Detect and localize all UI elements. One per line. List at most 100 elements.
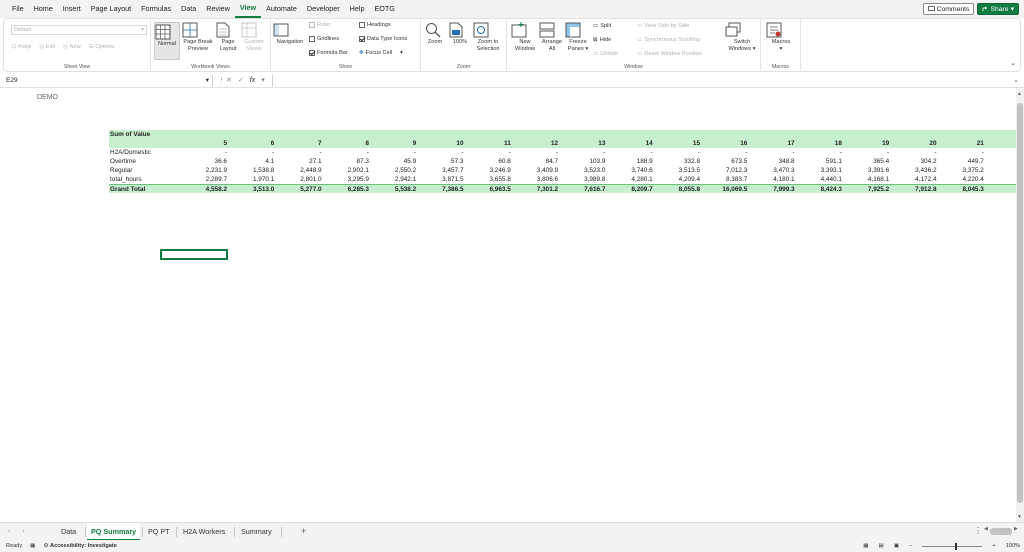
page-break-status-icon[interactable]: ▣ [894,540,899,552]
ribbon-collapse-icon[interactable]: ⌄ [1010,59,1016,67]
unhide-button[interactable]: ▭ Unhide [593,51,618,57]
more-icon[interactable]: ⋮ [218,75,225,87]
scroll-left-icon[interactable]: ◀ [984,526,988,532]
chevron-down-icon[interactable]: ▾ [261,75,265,87]
zoom-out-icon[interactable]: − [909,540,912,552]
sheet-view-dropdown[interactable]: Default ▾ [11,25,147,35]
arrange-all-button[interactable]: Arrange All [539,22,565,52]
grand-total-cell: 7,386.5 [442,186,464,193]
comments-label: Comments [936,5,970,13]
comments-button[interactable]: Comments [922,3,975,15]
prev-sheet-icon[interactable]: ‹ [8,526,10,535]
ruler-checkbox[interactable]: Ruler [309,22,330,28]
group-label-workbook-views: Workbook Views [191,64,230,70]
page-layout-status-icon[interactable]: ▤ [879,540,884,552]
split-button[interactable]: ▭ Split [593,23,611,29]
tab-data[interactable]: Data [176,0,201,18]
tab-eotg[interactable]: EOTG [369,0,399,18]
sheet-tab-data[interactable]: Data [57,523,80,541]
column-header: 19 [882,140,890,147]
switch-windows-button[interactable]: Switch Windows ▾ [725,22,759,52]
scroll-right-icon[interactable]: ▶ [1014,526,1018,532]
pivot-cell: 332.8 [684,158,700,165]
options-button[interactable]: ☰ Options [89,44,115,50]
arrange-label-2: All [548,45,556,52]
share-button[interactable]: Share ▾ [977,3,1019,15]
keep-button[interactable]: ⊡ Keep [12,44,31,50]
normal-view-button[interactable]: Normal [154,22,180,60]
normal-view-status-icon[interactable]: ▦ [863,540,868,552]
next-sheet-icon[interactable]: › [22,526,24,535]
tab-review[interactable]: Review [201,0,235,18]
zoom-slider[interactable] [922,542,983,550]
headings-checkbox[interactable]: Headings [359,22,391,28]
new-window-button[interactable]: New Window [511,22,539,52]
column-header: 17 [787,140,795,147]
split-label: Split [600,23,612,29]
pivot-cell: 4,168.1 [867,176,890,183]
focus-cell-button[interactable]: ✥ Focus Cell ▾ [359,50,403,56]
page-layout-button[interactable]: Page Layout [216,22,240,52]
tab-view[interactable]: View [234,0,262,18]
row-label: H2A/Domestic [110,149,151,156]
formula-input[interactable] [272,75,1016,87]
zoom-level[interactable]: 100% [1006,540,1020,552]
tab-file[interactable]: File [7,0,29,18]
accessibility-button[interactable]: ⚙ Accessibility: Investigate [43,540,116,552]
tab-insert[interactable]: Insert [58,0,86,18]
tab-automate[interactable]: Automate [261,0,302,18]
expand-formula-icon[interactable]: ⌄ [1013,75,1019,87]
pivot-header-row: 5 6 7 8 9 10 11 12 13 14 15 16 17 18 19 20 21 [109,139,1016,148]
sheet-tab-summary[interactable]: Summary [237,523,276,541]
synchronous-scrolling-button[interactable]: ▭ Synchronous Scrolling [637,37,700,43]
tab-developer[interactable]: Developer [302,0,345,18]
formula-bar-checkbox[interactable]: Formula Bar [309,50,348,56]
zoom-100-button[interactable]: 100% [449,22,471,46]
gridlines-checkbox[interactable]: Gridlines [309,36,339,42]
data-type-icons-checkbox[interactable]: Data Type Icons [359,36,407,42]
tab-help[interactable]: Help [345,0,370,18]
worksheet-grid[interactable]: DEMO Sum of Value 5 6 7 8 9 10 11 12 13 14 15 16 17 1… [0,89,1016,522]
scroll-thumb[interactable] [1017,103,1023,503]
page-break-preview-button[interactable]: Page Break Preview [182,22,214,52]
fx-icon[interactable]: fx [250,75,255,87]
tab-home[interactable]: Home [29,0,58,18]
new-view-button[interactable]: ◎ New [63,44,81,50]
scroll-down-icon[interactable]: ▼ [1017,514,1022,520]
tab-divider [85,527,86,537]
freeze-panes-button[interactable]: Freeze Panes ▾ [565,22,591,52]
name-box[interactable]: E29 ▾ [3,75,213,87]
chevron-down-icon: ▾ [400,50,403,56]
vertical-scrollbar[interactable]: ▲ ▼ [1016,89,1024,522]
more-icon[interactable]: ⋮ [974,526,982,535]
horizontal-scroll-thumb[interactable] [990,528,1012,535]
scroll-up-icon[interactable]: ▲ [1017,91,1022,97]
tab-page-layout[interactable]: Page Layout [86,0,136,18]
zoom-to-selection-button[interactable]: Zoom to Selection [473,22,503,52]
macros-button[interactable]: Macros ▾ [766,22,796,52]
keep-label: Keep [18,44,32,50]
view-side-by-side-button[interactable]: ▭ View Side by Side [637,23,689,29]
navigation-button[interactable]: Navigation [273,22,307,46]
arrange-all-icon [539,22,565,38]
macro-record-icon[interactable]: ▦ [30,540,35,552]
formula-bar-checkbox-box [309,50,315,56]
tab-formulas[interactable]: Formulas [136,0,176,18]
zoom-button[interactable]: Zoom [425,22,445,46]
exit-button[interactable]: ◎ Exit [39,44,55,50]
pivot-cell: 103.9 [589,158,606,165]
custom-views-button[interactable]: Custom Views [241,22,267,52]
pivot-cell: - [887,149,890,156]
zoom-100-icon [449,22,471,38]
add-sheet-icon[interactable]: + [301,526,306,536]
enter-icon[interactable]: ✓ [238,75,244,87]
sheet-tab-h2a-workers[interactable]: H2A Workers [179,523,229,541]
sheet-tab-pq-pt[interactable]: PQ PT [144,523,174,541]
hide-button[interactable]: ⊠ Hide [593,37,611,43]
sheet-tab-pq-summary[interactable]: PQ Summary [87,523,141,541]
selected-cell[interactable] [160,249,228,260]
zoom-in-icon[interactable]: + [992,540,995,552]
grand-total-cell: 7,301.2 [536,186,559,193]
reset-window-position-button[interactable]: ▭ Reset Window Position [637,51,702,57]
cancel-icon[interactable]: ✕ [226,75,232,87]
